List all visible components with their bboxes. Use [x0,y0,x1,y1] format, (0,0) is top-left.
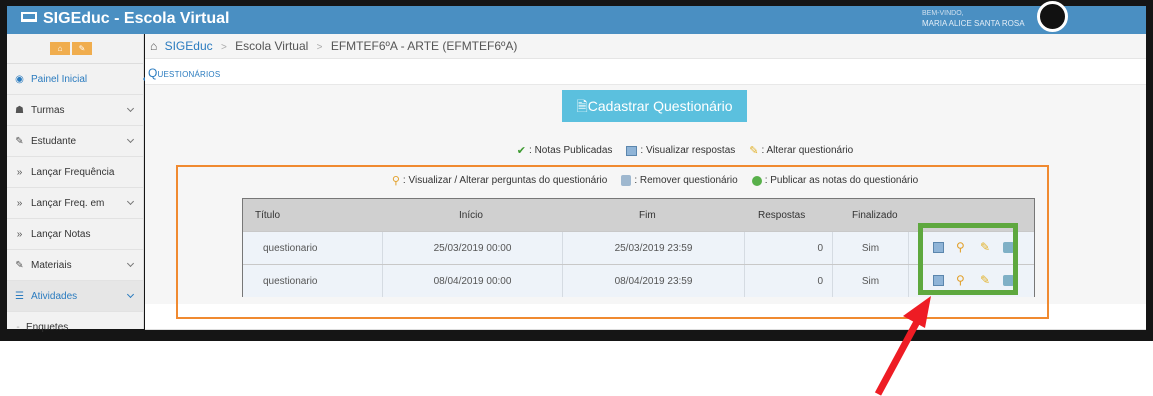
red-arrow-annotation [874,296,931,396]
arrow-shaft [874,316,923,396]
arrow-head [903,296,931,328]
